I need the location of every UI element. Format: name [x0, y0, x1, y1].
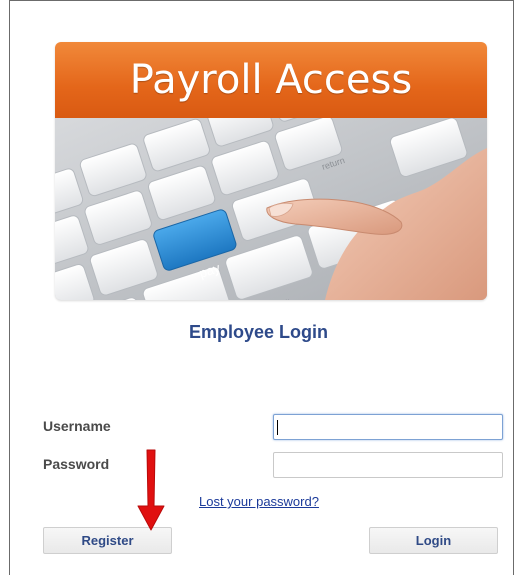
- payroll-banner: Payroll Access: [55, 42, 487, 119]
- text-caret: [277, 420, 278, 435]
- employee-login-heading: Employee Login: [188, 322, 329, 342]
- register-button-label: Register: [81, 533, 134, 548]
- payroll-hero-image: Payroll Access pay return: [55, 42, 487, 300]
- password-label: Password: [43, 456, 110, 472]
- login-button-label: Login: [415, 533, 452, 548]
- banner-title: Payroll Access: [129, 57, 413, 103]
- keyboard-photo: pay control option return alt: [55, 118, 487, 300]
- password-input[interactable]: [273, 452, 503, 478]
- lost-password-link[interactable]: Lost your password?: [199, 494, 319, 509]
- username-label: Username: [43, 418, 111, 434]
- login-button[interactable]: Login: [369, 527, 498, 554]
- username-input[interactable]: [273, 414, 503, 440]
- red-down-arrow-icon: [137, 449, 165, 531]
